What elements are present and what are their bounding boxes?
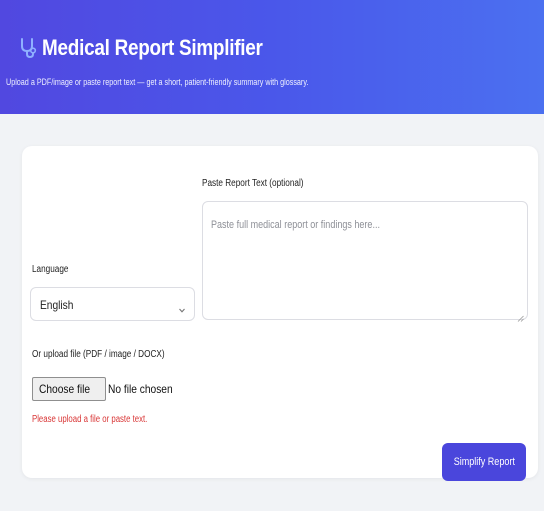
upload-file-label: Or upload file (PDF / image / DOCX) (32, 349, 165, 360)
report-text-placeholder: Paste full medical report or findings he… (211, 219, 380, 231)
file-upload-input[interactable]: Choose file No file chosen (32, 377, 184, 401)
page-subtitle: Upload a PDF/image or paste report text … (6, 77, 309, 87)
file-status-text: No file chosen (108, 382, 184, 396)
paste-text-label: Paste Report Text (optional) (202, 178, 304, 189)
title-row: Medical Report Simplifier (18, 35, 299, 61)
stethoscope-icon (18, 37, 38, 59)
simplify-report-button[interactable]: Simplify Report (442, 443, 526, 481)
report-text-input[interactable]: Paste full medical report or findings he… (202, 201, 528, 322)
validation-error-message: Please upload a file or paste text. (32, 414, 148, 425)
no-file-chosen-text: No file chosen (108, 382, 173, 396)
page-title: Medical Report Simplifier (42, 35, 263, 60)
resize-handle-icon[interactable] (517, 309, 524, 322)
report-form-card: Paste Report Text (optional) Paste full … (22, 146, 538, 481)
language-select[interactable]: English (30, 287, 195, 321)
language-label: Language (32, 264, 69, 275)
choose-file-button[interactable]: Choose file (32, 377, 107, 401)
simplify-report-label: Simplify Report (453, 456, 515, 468)
chevron-down-icon (178, 301, 186, 313)
choose-file-label: Choose file (39, 382, 91, 396)
language-select-value: English (40, 298, 74, 312)
app-header: Medical Report Simplifier Upload a PDF/i… (0, 0, 544, 114)
